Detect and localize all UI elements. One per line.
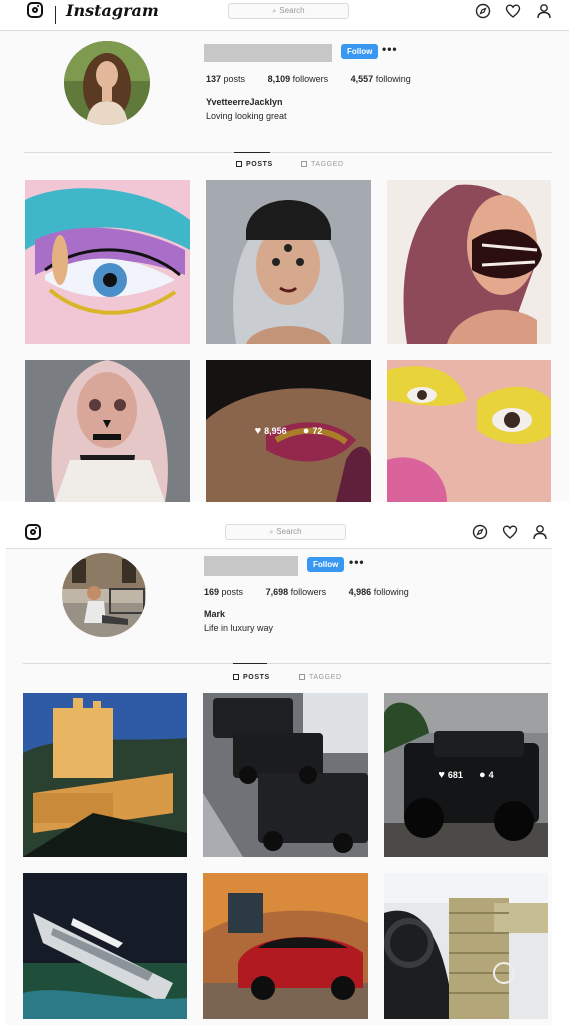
- logo-divider: [55, 6, 56, 24]
- active-tab-indicator: [233, 663, 267, 664]
- more-options-button[interactable]: •••: [382, 42, 398, 56]
- following-number: 4,986: [348, 587, 372, 597]
- tab-posts-label: POSTS: [243, 674, 270, 681]
- person-icon[interactable]: [532, 524, 548, 540]
- heart-icon[interactable]: [505, 3, 521, 19]
- grid-icon: [236, 161, 242, 167]
- post-yacht[interactable]: [23, 873, 187, 1019]
- heart-icon[interactable]: [502, 524, 518, 540]
- top-nav-bar: ⌕ Search: [6, 516, 552, 549]
- active-tab-indicator: [234, 152, 270, 153]
- posts-label: posts: [221, 587, 244, 597]
- search-input[interactable]: ⌕ Search: [228, 3, 349, 19]
- tab-posts[interactable]: POSTS: [233, 674, 270, 681]
- post-black-jeep[interactable]: ♥ 681 ● 4: [384, 693, 548, 857]
- tag-icon: [301, 161, 307, 167]
- tab-posts-label: POSTS: [246, 161, 273, 168]
- following-label: following: [373, 587, 409, 597]
- search-placeholder: Search: [279, 6, 305, 15]
- posts-count: 169 posts: [204, 587, 243, 597]
- posts-number: 169: [204, 587, 220, 597]
- post-wide-mouth-makeup[interactable]: [387, 180, 551, 344]
- tab-tagged-label: TAGGED: [311, 161, 344, 168]
- comments-count: ● 4: [479, 769, 494, 781]
- tab-divider: [24, 152, 552, 153]
- comment-icon: ●: [478, 769, 486, 781]
- tab-tagged[interactable]: TAGGED: [301, 161, 344, 168]
- profile-stats: 137 posts 8,109 followers 4,557 followin…: [206, 74, 431, 84]
- post-castle-night[interactable]: [23, 693, 187, 857]
- followers-count[interactable]: 7,698 followers: [266, 587, 327, 597]
- top-nav-bar: Instagram ⌕ Search: [0, 0, 569, 31]
- posts-count: 137 posts: [206, 74, 245, 84]
- follow-button[interactable]: Follow: [307, 557, 345, 572]
- full-name: YvetteerreJacklyn: [206, 97, 283, 107]
- search-icon: ⌕: [269, 529, 274, 536]
- comments-value: 4: [488, 770, 494, 780]
- heart-icon: ♥: [254, 425, 262, 437]
- post-sunset-eye-makeup[interactable]: ♥ 8,956 ● 72: [206, 360, 371, 502]
- search-icon: ⌕: [272, 8, 277, 15]
- following-number: 4,557: [350, 74, 374, 84]
- avatar[interactable]: [62, 553, 146, 637]
- post-third-eye-makeup[interactable]: [206, 180, 371, 344]
- followers-number: 8,109: [267, 74, 291, 84]
- followers-number: 7,698: [265, 587, 289, 597]
- tab-divider: [23, 663, 551, 664]
- heart-icon: ♥: [438, 769, 445, 781]
- likes-count: ♥ 8,956: [255, 425, 287, 437]
- post-red-supercar[interactable]: [203, 873, 368, 1019]
- followers-count[interactable]: 8,109 followers: [268, 74, 329, 84]
- search-input[interactable]: ⌕ Search: [225, 524, 346, 540]
- post-skull-makeup[interactable]: [25, 360, 190, 502]
- instagram-logo-icon[interactable]: [27, 2, 43, 18]
- instagram-wordmark[interactable]: Instagram: [66, 1, 159, 20]
- compass-icon[interactable]: [475, 3, 491, 19]
- post-hover-overlay: ♥ 8,956 ● 72: [206, 360, 371, 502]
- following-count[interactable]: 4,557 following: [351, 74, 411, 84]
- bio: Life in luxury way: [204, 623, 274, 633]
- comments-value: 72: [312, 426, 323, 436]
- profile-stats: 169 posts 7,698 followers 4,986 followin…: [204, 587, 429, 597]
- posts-number: 137: [206, 74, 222, 84]
- comments-count: ● 72: [303, 425, 323, 437]
- post-yellow-eye-makeup[interactable]: [387, 360, 551, 502]
- grid-icon: [233, 674, 239, 680]
- instagram-logo-icon[interactable]: [25, 524, 41, 540]
- likes-value: 681: [447, 770, 463, 780]
- profile-screen-1: Instagram ⌕ Search Follow ••• 137 posts 8…: [0, 0, 569, 502]
- tab-tagged-label: TAGGED: [309, 674, 342, 681]
- person-icon[interactable]: [536, 3, 552, 19]
- tab-tagged[interactable]: TAGGED: [299, 674, 342, 681]
- likes-value: 8,956: [264, 426, 287, 436]
- following-count[interactable]: 4,986 following: [349, 587, 409, 597]
- likes-count: ♥ 681: [438, 769, 463, 781]
- avatar[interactable]: [64, 41, 150, 125]
- following-label: following: [375, 74, 411, 84]
- followers-label: followers: [292, 74, 329, 84]
- tab-posts[interactable]: POSTS: [236, 161, 273, 168]
- comment-icon: ●: [302, 425, 310, 437]
- search-placeholder: Search: [276, 527, 302, 536]
- tag-icon: [299, 674, 305, 680]
- posts-label: posts: [223, 74, 246, 84]
- bio: Loving looking great: [206, 111, 287, 121]
- post-hover-overlay: ♥ 681 ● 4: [384, 693, 548, 857]
- follow-button[interactable]: Follow: [341, 44, 379, 59]
- profile-screen-2: ⌕ Search Follow ••• 169 posts 7,698 follo…: [6, 516, 552, 1025]
- full-name: Mark: [204, 609, 226, 619]
- more-options-button[interactable]: •••: [349, 555, 365, 569]
- compass-icon[interactable]: [472, 524, 488, 540]
- username-redacted: [204, 556, 298, 576]
- username-redacted: [204, 44, 332, 62]
- post-eye-mermaid-makeup[interactable]: [25, 180, 190, 344]
- followers-label: followers: [290, 587, 327, 597]
- post-cash-stack[interactable]: [384, 873, 548, 1019]
- post-black-trucks[interactable]: [203, 693, 368, 857]
